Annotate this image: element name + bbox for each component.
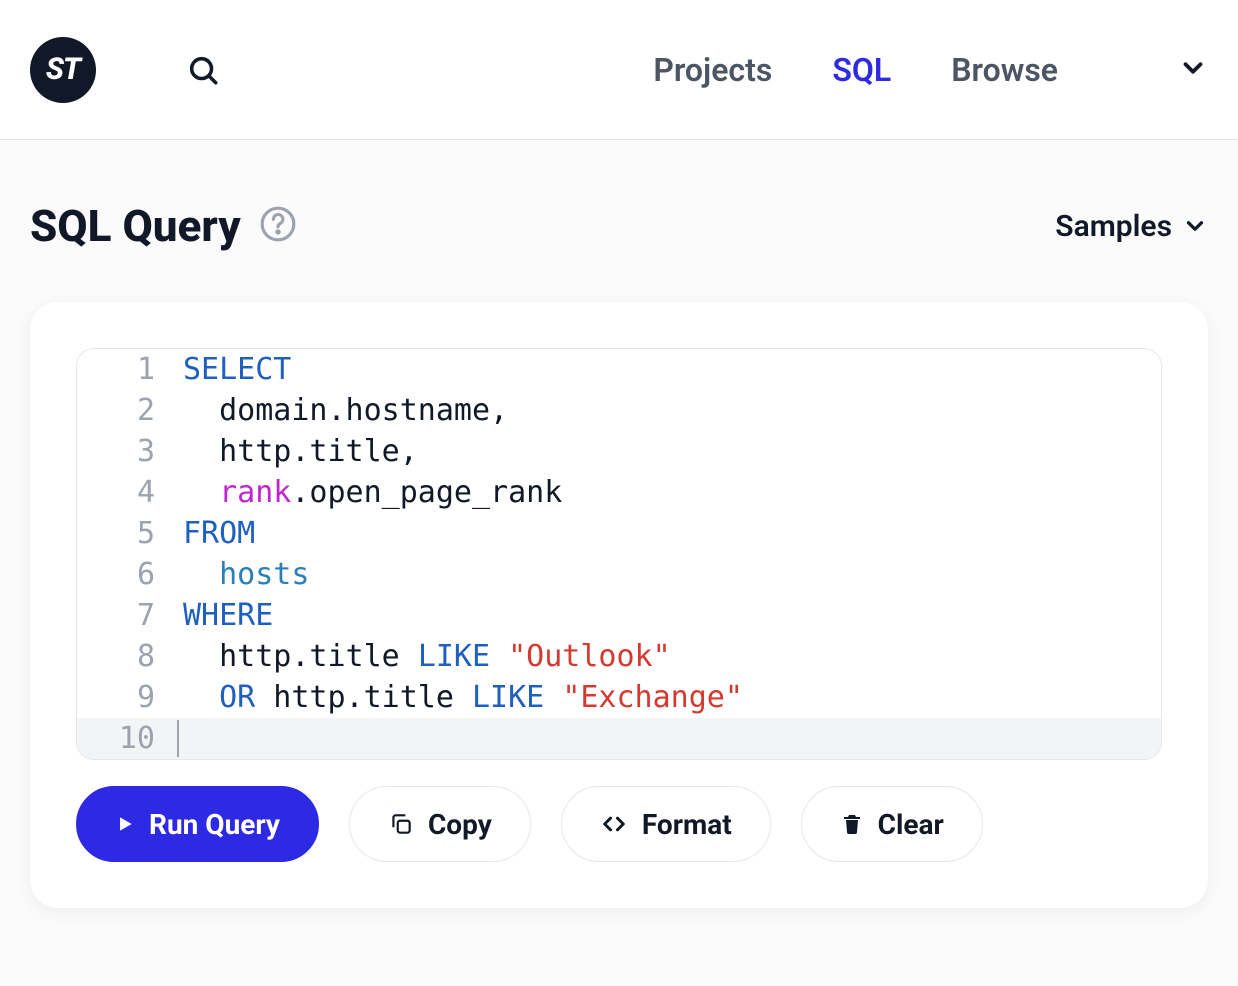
main-area: SQL Query Samples 1SELECT2 domain.hostna… bbox=[0, 140, 1238, 986]
run-query-button[interactable]: Run Query bbox=[76, 786, 319, 862]
editor-line[interactable]: 6 hosts bbox=[77, 554, 1161, 595]
editor-line[interactable]: 3 http.title, bbox=[77, 431, 1161, 472]
code-content[interactable]: FROM bbox=[177, 513, 1161, 554]
code-content[interactable]: hosts bbox=[177, 554, 1161, 595]
code-content[interactable]: domain.hostname, bbox=[177, 390, 1161, 431]
code-content[interactable] bbox=[177, 718, 1161, 759]
line-number: 8 bbox=[77, 636, 177, 677]
line-number: 4 bbox=[77, 472, 177, 513]
help-button[interactable] bbox=[259, 205, 297, 247]
clear-label: Clear bbox=[878, 808, 944, 841]
search-icon bbox=[186, 53, 220, 87]
search-button[interactable] bbox=[186, 53, 220, 87]
editor-line[interactable]: 7WHERE bbox=[77, 595, 1161, 636]
line-number: 7 bbox=[77, 595, 177, 636]
question-circle-icon bbox=[259, 205, 297, 243]
format-button[interactable]: Format bbox=[561, 786, 771, 862]
chevron-down-icon bbox=[1178, 53, 1208, 83]
editor-line[interactable]: 4 rank.open_page_rank bbox=[77, 472, 1161, 513]
editor-line[interactable]: 5FROM bbox=[77, 513, 1161, 554]
format-label: Format bbox=[642, 808, 732, 841]
code-content[interactable]: WHERE bbox=[177, 595, 1161, 636]
code-content[interactable]: rank.open_page_rank bbox=[177, 472, 1161, 513]
title-left: SQL Query bbox=[30, 200, 297, 252]
page-title: SQL Query bbox=[30, 200, 241, 252]
editor-line[interactable]: 2 domain.hostname, bbox=[77, 390, 1161, 431]
nav-more-button[interactable] bbox=[1178, 53, 1208, 87]
line-number: 6 bbox=[77, 554, 177, 595]
nav-projects[interactable]: Projects bbox=[653, 51, 772, 89]
code-content[interactable]: http.title, bbox=[177, 431, 1161, 472]
trash-icon bbox=[840, 812, 864, 836]
play-icon bbox=[115, 814, 135, 834]
line-number: 3 bbox=[77, 431, 177, 472]
nav-sql[interactable]: SQL bbox=[832, 51, 891, 89]
sql-editor[interactable]: 1SELECT2 domain.hostname,3 http.title,4 … bbox=[76, 348, 1162, 760]
editor-line[interactable]: 10 bbox=[77, 718, 1161, 759]
code-content[interactable]: OR http.title LIKE "Exchange" bbox=[177, 677, 1161, 718]
code-content[interactable]: http.title LIKE "Outlook" bbox=[177, 636, 1161, 677]
line-number: 5 bbox=[77, 513, 177, 554]
copy-icon bbox=[388, 811, 414, 837]
chevron-down-icon bbox=[1182, 213, 1208, 239]
app-header: ST Projects SQL Browse bbox=[0, 0, 1238, 140]
code-content[interactable]: SELECT bbox=[177, 349, 1161, 390]
samples-label: Samples bbox=[1055, 209, 1172, 244]
copy-button[interactable]: Copy bbox=[349, 786, 531, 862]
app-logo[interactable]: ST bbox=[30, 37, 96, 103]
nav-bar: Projects SQL Browse bbox=[653, 51, 1208, 89]
code-icon bbox=[600, 810, 628, 838]
nav-browse[interactable]: Browse bbox=[951, 51, 1058, 89]
action-bar: Run Query Copy Format bbox=[76, 786, 1162, 862]
cursor bbox=[177, 720, 179, 757]
editor-line[interactable]: 8 http.title LIKE "Outlook" bbox=[77, 636, 1161, 677]
samples-dropdown[interactable]: Samples bbox=[1055, 209, 1208, 244]
editor-line[interactable]: 9 OR http.title LIKE "Exchange" bbox=[77, 677, 1161, 718]
editor-line[interactable]: 1SELECT bbox=[77, 349, 1161, 390]
line-number: 1 bbox=[77, 349, 177, 390]
line-number: 9 bbox=[77, 677, 177, 718]
line-number: 2 bbox=[77, 390, 177, 431]
title-row: SQL Query Samples bbox=[30, 200, 1208, 252]
editor-card: 1SELECT2 domain.hostname,3 http.title,4 … bbox=[30, 302, 1208, 908]
line-number: 10 bbox=[77, 718, 177, 759]
run-query-label: Run Query bbox=[149, 808, 280, 841]
clear-button[interactable]: Clear bbox=[801, 786, 983, 862]
copy-label: Copy bbox=[428, 808, 492, 841]
